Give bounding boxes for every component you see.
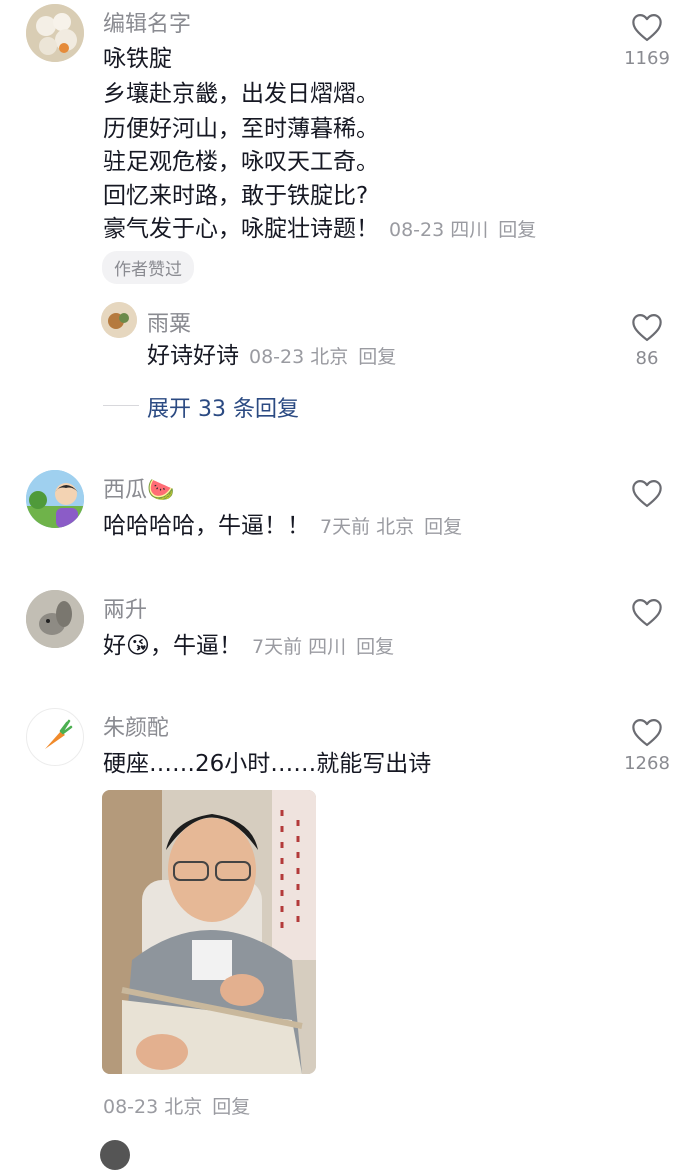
- squirrel-avatar-icon: [26, 590, 84, 648]
- comment-line: 哈哈哈哈，牛逼！！: [103, 513, 310, 539]
- commenter-name[interactable]: 西瓜🍉: [103, 472, 174, 504]
- comment-meta: 7天前 北京: [320, 516, 415, 538]
- commenter-name[interactable]: 朱颜酡: [103, 710, 169, 742]
- reply-button[interactable]: 回复: [498, 219, 536, 241]
- heart-outline-icon: [632, 314, 662, 342]
- comment-meta-row: 08-23 北京 回复: [103, 1092, 250, 1119]
- comment-meta: 08-23 北京: [249, 346, 349, 368]
- avatar[interactable]: [26, 470, 84, 528]
- commenter-name[interactable]: 编辑名字: [103, 6, 191, 38]
- like-button[interactable]: [617, 478, 677, 508]
- comment-meta: 08-23 北京: [103, 1096, 203, 1118]
- carrot-icon: [45, 719, 73, 749]
- comment-text: 哈哈哈哈，牛逼！！ 7天前 北京 回复: [103, 509, 462, 544]
- comment-line: 历便好河山，至时薄暮稀。: [103, 116, 379, 142]
- comment-text: 好😘，牛逼！ 7天前 四川 回复: [103, 629, 394, 664]
- author-liked-badge: 作者赞过: [102, 251, 194, 284]
- reply-button[interactable]: 回复: [356, 636, 394, 658]
- like-count: 1268: [624, 753, 670, 774]
- comment-line: 乡壤赴京畿，出发日熠熠。: [103, 81, 379, 107]
- comment-line: 回忆来时路，敢于铁腚比?: [103, 183, 369, 209]
- comment-line: 驻足观危楼，咏叹天工奇。: [103, 149, 379, 175]
- comment-line: 豪气发于心，咏腚壮诗题！: [103, 216, 379, 242]
- comment-line: 好诗好诗: [147, 343, 239, 369]
- heart-outline-icon: [632, 719, 662, 747]
- comment-meta: 08-23 四川: [389, 219, 489, 241]
- comment-last-line: 豪气发于心，咏腚壮诗题！ 08-23 四川 回复: [103, 212, 536, 247]
- like-button[interactable]: 86: [617, 312, 677, 369]
- heart-outline-icon: [632, 480, 662, 508]
- commenter-name[interactable]: 兩升: [103, 592, 147, 624]
- expand-divider: [103, 405, 139, 406]
- comment-image[interactable]: [102, 790, 316, 1074]
- reply-button[interactable]: 回复: [358, 346, 396, 368]
- like-button[interactable]: [617, 597, 677, 627]
- comment-text: 好诗好诗 08-23 北京 回复: [147, 339, 396, 374]
- like-button[interactable]: 1268: [617, 717, 677, 774]
- comment-meta: 7天前 四川: [251, 636, 347, 658]
- reply-avatar-icon: [101, 302, 137, 338]
- heart-outline-icon: [632, 599, 662, 627]
- comment-line: 硬座……26小时……就能写出诗: [103, 751, 432, 777]
- heart-outline-icon: [632, 14, 662, 42]
- avatar[interactable]: [26, 708, 84, 766]
- commenter-name[interactable]: 雨粟: [147, 306, 191, 338]
- food-avatar-icon: [26, 4, 84, 62]
- avatar[interactable]: [101, 302, 137, 338]
- cartoon-avatar-icon: [26, 470, 84, 528]
- comment-line: 好😘，牛逼！: [103, 633, 242, 659]
- reply-button[interactable]: 回复: [424, 516, 462, 538]
- person-reading-image: [102, 790, 316, 1074]
- like-button[interactable]: 1169: [617, 12, 677, 69]
- avatar[interactable]: [26, 4, 84, 62]
- reply-button[interactable]: 回复: [212, 1096, 250, 1118]
- comment-line: 咏铁腚: [103, 46, 172, 72]
- like-count: 86: [635, 348, 659, 369]
- expand-replies-button[interactable]: 展开 33 条回复: [147, 391, 299, 423]
- like-count: 1169: [624, 48, 670, 69]
- avatar[interactable]: [26, 590, 84, 648]
- avatar[interactable]: [100, 1140, 130, 1170]
